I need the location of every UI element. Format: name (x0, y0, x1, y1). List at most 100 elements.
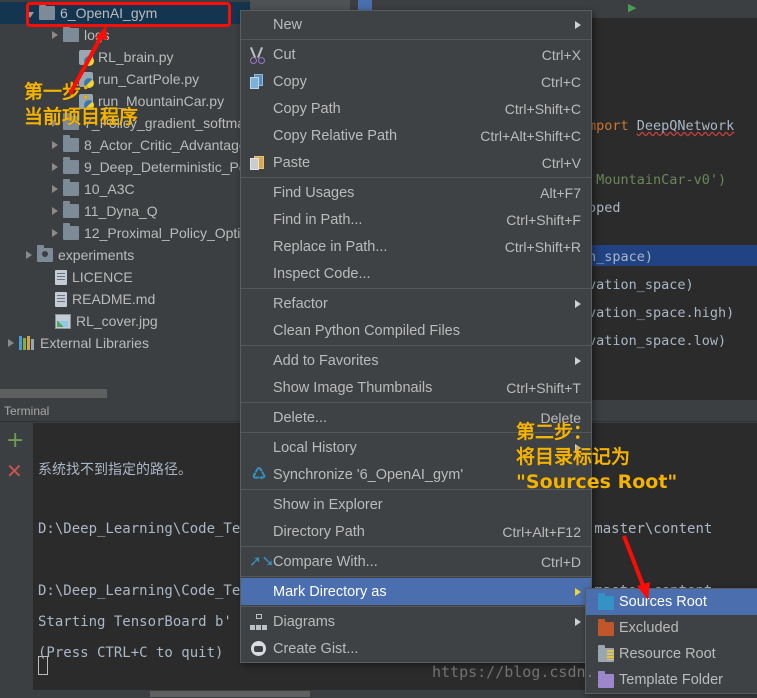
menu-item-label: Compare With... (273, 553, 378, 570)
menu-item-create-gist[interactable]: Create Gist... (241, 635, 591, 662)
folder-icon (63, 179, 79, 196)
menu-item-icon-slot (249, 496, 269, 514)
menu-item-icon-slot (249, 409, 269, 427)
annotation-line: "Sources Root" (516, 471, 678, 493)
menu-item-cut[interactable]: Cut Ctrl+X (241, 41, 591, 68)
menu-item-label: Delete... (273, 409, 327, 426)
menu-item-copy[interactable]: Copy Ctrl+C (241, 68, 591, 95)
menu-item-icon-slot (249, 127, 269, 145)
menu-item-diagrams[interactable]: Diagrams (241, 608, 591, 635)
folder-icon (63, 135, 79, 152)
annotation-arrow-2 (622, 535, 650, 600)
menu-item-copy-path[interactable]: Copy Path Ctrl+Shift+C (241, 95, 591, 122)
tree-item-external-libraries[interactable]: External Libraries (0, 332, 250, 354)
close-terminal-session-icon[interactable]: ✕ (6, 461, 23, 481)
folder-module-icon (37, 245, 53, 262)
tree-item-9-deep-deterministic-policy-gradient-ddpg[interactable]: 9_Deep_Deterministic_Policy_Gradient_DDP… (0, 156, 377, 178)
submenu-arrow-icon (575, 20, 581, 29)
bottom-scrollbar-thumb[interactable] (150, 691, 310, 697)
menu-item-icon-slot (249, 100, 269, 118)
menu-item-mark-directory-as[interactable]: Mark Directory as (241, 578, 591, 605)
menu-item-label: Copy (273, 73, 307, 90)
menu-item-find-in-path[interactable]: Find in Path... Ctrl+Shift+F (241, 206, 591, 233)
menu-item-inspect-code[interactable]: Inspect Code... (241, 260, 591, 287)
submenu-item-resource-root[interactable]: Resource Root (586, 641, 757, 667)
editor-code-line: vation_space) (588, 277, 694, 293)
menu-item-icon-slot (249, 265, 269, 283)
menu-item-shortcut: Ctrl+V (541, 154, 581, 171)
library-icon (19, 336, 35, 350)
code-identifier: DeepQNetwork (636, 118, 735, 134)
menu-item-label: Create Gist... (273, 640, 359, 657)
project-tree-panel[interactable]: 6_OpenAI_gym logs RL_brain.py run_CartPole.… (0, 0, 377, 400)
menu-item-new[interactable]: New (241, 11, 591, 38)
run-icon[interactable]: ▶ (628, 2, 640, 14)
editor-code-line: vation_space.high) (588, 305, 735, 321)
sync-icon: ♺ (251, 465, 267, 483)
tree-item-11-dyna-q[interactable]: 11_Dyna_Q (0, 200, 250, 222)
chevron-right-icon[interactable] (52, 207, 58, 215)
tree-item-rl-cover-jpg[interactable]: RL_cover.jpg (0, 310, 250, 332)
submenu-item-template-folder[interactable]: Template Folder (586, 667, 757, 693)
folder-icon (63, 201, 79, 218)
menu-item-label: Copy Path (273, 100, 341, 117)
folder-excluded-icon (598, 619, 614, 636)
menu-item-show-image-thumbnails[interactable]: Show Image Thumbnails Ctrl+Shift+T (241, 374, 591, 401)
tree-item-label: LICENCE (72, 269, 133, 285)
menu-item-shortcut: Ctrl+Shift+T (506, 379, 581, 396)
submenu-item-label: Resource Root (619, 646, 716, 662)
chevron-right-icon[interactable] (52, 229, 58, 237)
menu-item-add-to-favorites[interactable]: Add to Favorites (241, 347, 591, 374)
tree-item-10-a3c[interactable]: 10_A3C (0, 178, 250, 200)
menu-item-replace-in-path[interactable]: Replace in Path... Ctrl+Shift+R (241, 233, 591, 260)
menu-item-copy-relative-path[interactable]: Copy Relative Path Ctrl+Alt+Shift+C (241, 122, 591, 149)
chevron-right-icon[interactable] (52, 141, 58, 149)
menu-item-clean-python-compiled-files[interactable]: Clean Python Compiled Files (241, 317, 591, 344)
tree-item-readme-md[interactable]: README.md (0, 288, 250, 310)
menu-item-compare-with[interactable]: ➚➘ Compare With... Ctrl+D (241, 548, 591, 575)
menu-item-label: Inspect Code... (273, 265, 371, 282)
chevron-right-icon[interactable] (8, 339, 14, 347)
tree-item-12-proximal-policy-optimization[interactable]: 12_Proximal_Policy_Optimization (0, 222, 293, 244)
menu-item-icon-slot (249, 379, 269, 397)
tree-item-logs[interactable]: logs (0, 24, 250, 46)
menu-separator (241, 606, 591, 607)
new-terminal-session-icon[interactable]: + (6, 430, 24, 452)
menu-item-find-usages[interactable]: Find Usages Alt+F7 (241, 179, 591, 206)
tree-item-rl-brain-py[interactable]: RL_brain.py (0, 46, 250, 68)
menu-item-label: Find in Path... (273, 211, 363, 228)
tree-hscrollbar-thumb[interactable] (0, 389, 107, 398)
menu-item-label: Replace in Path... (273, 238, 388, 255)
menu-item-icon-slot (249, 439, 269, 457)
chevron-right-icon[interactable] (26, 251, 32, 259)
menu-item-icon-slot (249, 211, 269, 229)
folder-icon (63, 223, 79, 240)
gist-icon (249, 640, 269, 658)
annotation-arrow-1 (68, 26, 107, 95)
chevron-right-icon[interactable] (52, 185, 58, 193)
menu-item-icon-slot (249, 184, 269, 202)
menu-item-label: Add to Favorites (273, 352, 379, 369)
chevron-right-icon[interactable] (52, 163, 58, 171)
menu-item-shortcut: Ctrl+D (540, 553, 581, 570)
menu-item-paste[interactable]: Paste Ctrl+V (241, 149, 591, 176)
tree-item-label: 8_Actor_Critic_Advantage (84, 137, 247, 153)
menu-separator (241, 402, 591, 403)
tree-item-licence[interactable]: LICENCE (0, 266, 250, 288)
menu-item-refactor[interactable]: Refactor (241, 290, 591, 317)
folder-resource-icon (598, 645, 614, 662)
tree-item-experiments[interactable]: experiments (0, 244, 250, 266)
menu-item-shortcut: Ctrl+Alt+Shift+C (480, 127, 581, 144)
menu-item-directory-path[interactable]: Directory Path Ctrl+Alt+F12 (241, 518, 591, 545)
submenu-item-excluded[interactable]: Excluded (586, 615, 757, 641)
tree-item-8-actor-critic-advantage[interactable]: 8_Actor_Critic_Advantage (0, 134, 250, 156)
editor-code-line: vation_space.low) (588, 333, 727, 349)
text-file-icon (55, 269, 67, 285)
copy-icon (249, 73, 269, 91)
editor-code-line: n_space) (588, 249, 654, 265)
menu-item-show-in-explorer[interactable]: Show in Explorer (241, 491, 591, 518)
context-menu[interactable]: New Cut Ctrl+X Copy Ctrl+C Copy Path Ctrl+Shif… (240, 10, 592, 663)
menu-item-label: Paste (273, 154, 311, 171)
menu-item-shortcut: Ctrl+Shift+C (504, 100, 581, 117)
menu-separator (241, 345, 591, 346)
